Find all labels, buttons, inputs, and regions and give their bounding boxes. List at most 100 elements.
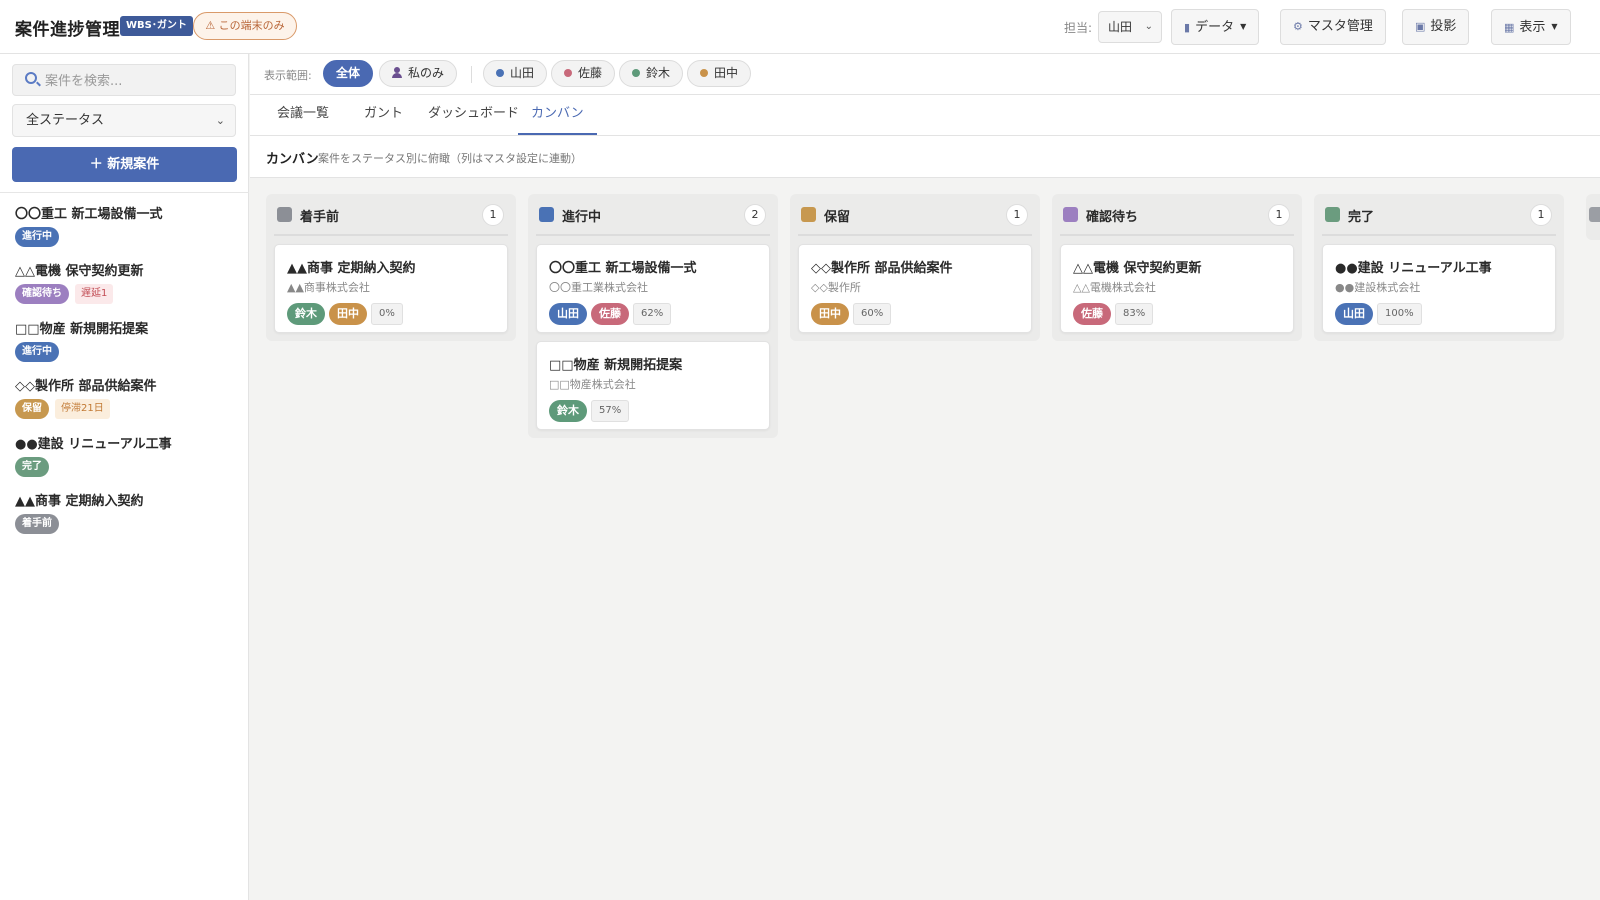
new-project-button[interactable]: ＋ 新規案件 [12, 147, 237, 182]
tab-kanban[interactable]: カンバン [518, 95, 597, 135]
card-tags: 田中 60% [811, 303, 1019, 325]
project-list-item[interactable]: 〇〇重工 新工場設備一式進行中 [15, 205, 240, 262]
filter-mine-chip[interactable]: 私のみ [379, 60, 458, 87]
person-color-dot [632, 69, 640, 77]
kanban-column-title: 進行中 [562, 210, 602, 225]
kanban-column-count: 1 [1530, 204, 1552, 226]
chevron-down-icon: ⌄ [215, 114, 225, 127]
progress-percent: 0% [371, 303, 403, 325]
card-company: ▲▲商事株式会社 [287, 281, 370, 294]
data-menu-label: データ [1195, 20, 1235, 35]
card-tags: 鈴木 田中 0% [287, 303, 495, 325]
project-name: ▲▲商事 定期納入契約 [15, 493, 144, 509]
kanban-column-title: 保留 [824, 210, 851, 225]
data-menu-button[interactable]: ▮ データ ▼ [1171, 9, 1260, 45]
filter-person-label: 田中 [714, 66, 739, 80]
kanban-card[interactable]: 〇〇重工 新工場設備一式 〇〇重工業株式会社 山田 佐藤 62% [536, 244, 770, 333]
kanban-column-count: 1 [482, 204, 504, 226]
filter-all-chip[interactable]: 全体 [323, 60, 374, 87]
status-filter-value: 全ステータス [26, 113, 105, 128]
filter-person-label: 山田 [510, 66, 535, 80]
assignee-select[interactable]: 山田 ⌄ [1098, 11, 1162, 43]
kanban-board: 着手前 1 ▲▲商事 定期納入契約 ▲▲商事株式会社 鈴木 田中 0% 進行中 2 〇〇重工 新工… [266, 194, 1600, 894]
tab-dashboard[interactable]: ダッシュボード [415, 95, 532, 135]
assignee-tag: 鈴木 [287, 303, 325, 325]
warning-badge: 遅延1 [75, 284, 114, 305]
kanban-card[interactable]: ◇◇製作所 部品供給案件 ◇◇製作所 田中 60% [798, 244, 1032, 333]
assignee-tag: 佐藤 [591, 303, 629, 325]
person-color-dot [564, 69, 572, 77]
progress-percent: 62% [633, 303, 672, 325]
project-list-item[interactable]: □□物産 新規開拓提案進行中 [15, 320, 240, 377]
status-filter-select[interactable]: 全ステータス ⌄ [12, 104, 236, 137]
status-badge: 保留 [15, 399, 49, 420]
kanban-card[interactable]: □□物産 新規開拓提案 □□物産株式会社 鈴木 57% [536, 341, 770, 430]
status-badge: 着手前 [15, 513, 59, 534]
search-icon [25, 72, 37, 84]
card-company: ◇◇製作所 [811, 281, 861, 294]
person-color-dot [700, 69, 708, 77]
status-color-swatch [1325, 207, 1340, 222]
project-name: △△電機 保守契約更新 [15, 264, 144, 280]
assignee-tag: 鈴木 [549, 400, 587, 422]
card-title: ▲▲商事 定期納入契約 [287, 261, 416, 276]
kanban-column: 進行中 2 〇〇重工 新工場設備一式 〇〇重工業株式会社 山田 佐藤 62% □□物産 新規開… [528, 194, 778, 438]
project-name: □□物産 新規開拓提案 [15, 321, 149, 337]
project-list-item[interactable]: ▲▲商事 定期納入契約着手前 [15, 492, 240, 549]
section-title: カンバン [266, 152, 319, 167]
filter-person-chip[interactable]: 鈴木 [619, 60, 684, 87]
card-company: △△電機株式会社 [1073, 281, 1156, 294]
kanban-card[interactable]: ●●建設 リニューアル工事 ●●建設株式会社 山田 100% [1322, 244, 1556, 333]
tab-meetings[interactable]: 会議一覧 [264, 95, 342, 135]
filter-person-chip[interactable]: 佐藤 [551, 60, 616, 87]
tab-gantt[interactable]: ガント [351, 95, 416, 135]
local-only-badge: ⚠ この端末のみ [193, 12, 297, 40]
status-color-swatch [539, 207, 554, 222]
project-list-item[interactable]: ◇◇製作所 部品供給案件 保留 停滞21日 [15, 377, 240, 434]
status-badge: 完了 [15, 456, 49, 477]
assignee-tag: 山田 [549, 303, 587, 325]
card-company: 〇〇重工業株式会社 [549, 281, 648, 294]
filter-person-chip[interactable]: 山田 [483, 60, 548, 87]
master-settings-label: マスタ管理 [1307, 19, 1373, 34]
view-menu-button[interactable]: ▦ 表示 ▼ [1491, 9, 1571, 45]
project-list-item[interactable]: △△電機 保守契約更新確認待ち 遅延1 [15, 262, 240, 319]
grid-icon: ▦ [1504, 21, 1515, 34]
status-badge: 確認待ち [15, 284, 69, 305]
chevron-down-icon: ⌄ [1144, 21, 1153, 32]
kanban-column-header: 着手前 1 [274, 194, 508, 236]
status-badge: 進行中 [15, 341, 59, 362]
status-color-swatch [1589, 207, 1600, 222]
kanban-column-title: 完了 [1348, 210, 1375, 225]
filter-separator [471, 66, 472, 83]
kanban-column-header: 完了 1 [1322, 194, 1556, 236]
status-color-swatch [1063, 207, 1078, 222]
assignee-tag: 田中 [811, 303, 849, 325]
filter-label: 表示範囲: [264, 69, 312, 82]
progress-percent: 83% [1115, 303, 1154, 325]
assignee-label: 担当: [1064, 21, 1093, 35]
wbs-badge: WBS･ガント [120, 16, 193, 36]
master-settings-button[interactable]: ⚙ マスタ管理 [1280, 9, 1386, 45]
assignee-value: 山田 [1108, 20, 1133, 34]
caret-down-icon: ▼ [1240, 22, 1247, 31]
card-tags: 佐藤 83% [1073, 303, 1281, 325]
project-name: ◇◇製作所 部品供給案件 [15, 379, 157, 395]
status-badge: 進行中 [15, 227, 59, 247]
projection-button[interactable]: ▣ 投影 [1402, 9, 1470, 45]
project-name: 〇〇重工 新工場設備一式 [15, 207, 163, 222]
kanban-column-count: 1 [1268, 204, 1290, 226]
search-box[interactable] [12, 64, 236, 96]
app-header: 案件進捗管理 WBS･ガント ⚠ この端末のみ 担当: 山田 ⌄ ▮ データ ▼ ⚙… [0, 0, 1600, 54]
filter-person-chip[interactable]: 田中 [687, 60, 752, 87]
kanban-card[interactable]: ▲▲商事 定期納入契約 ▲▲商事株式会社鈴木 田中 0% [274, 244, 508, 333]
filter-person-label: 鈴木 [646, 66, 671, 80]
project-list-item[interactable]: ●●建設 リニューアル工事 完了 [15, 435, 240, 492]
card-title: △△電機 保守契約更新 [1073, 261, 1202, 276]
search-input[interactable] [45, 71, 225, 91]
section-header: カンバン 案件をステータス別に俯瞰（列はマスタ設定に連動） [250, 136, 1600, 178]
kanban-card[interactable]: △△電機 保守契約更新 △△電機株式会社佐藤 83% [1060, 244, 1294, 333]
card-tags: 山田 佐藤 62% [549, 303, 757, 325]
progress-percent: 60% [853, 303, 892, 325]
kanban-column: 着手前 1 ▲▲商事 定期納入契約 ▲▲商事株式会社鈴木 田中 0% [266, 194, 516, 341]
